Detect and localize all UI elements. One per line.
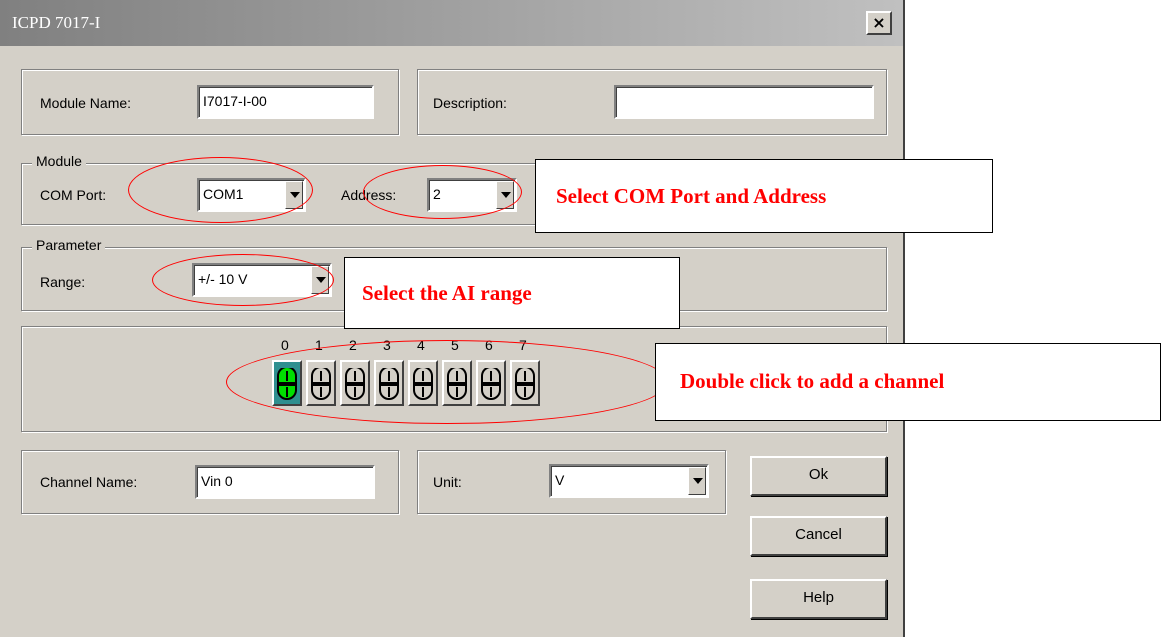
chevron-down-icon[interactable] (688, 467, 706, 495)
callout-com-address: Select COM Port and Address (535, 159, 993, 233)
close-button[interactable]: × (866, 11, 892, 35)
unit-select[interactable]: V (549, 464, 709, 498)
com-port-label: COM Port: (40, 187, 107, 203)
annotation-oval-channels (226, 340, 668, 424)
parameter-group-legend: Parameter (32, 237, 106, 253)
help-button[interactable]: Help (750, 579, 887, 619)
callout-add-channel: Double click to add a channel (655, 343, 1161, 421)
description-panel: Description: (417, 69, 887, 135)
channel-name-label: Channel Name: (40, 474, 138, 490)
close-icon: × (872, 13, 886, 32)
cancel-button[interactable]: Cancel (750, 516, 887, 556)
module-name-input[interactable]: I7017-I-00 (197, 85, 374, 119)
channel-number: 0 (281, 337, 289, 353)
module-name-label: Module Name: (40, 95, 132, 111)
unit-panel: Unit: V (417, 450, 726, 514)
annotation-oval-com-port (128, 157, 313, 223)
description-label: Description: (433, 95, 507, 111)
annotation-oval-range (152, 254, 334, 306)
title-bar[interactable]: ICPD 7017-I × (0, 0, 903, 46)
channel-name-panel: Channel Name: Vin 0 (21, 450, 399, 514)
unit-value: V (555, 472, 565, 488)
ok-button[interactable]: Ok (750, 456, 887, 496)
module-name-panel: Module Name: I7017-I-00 (21, 69, 399, 135)
unit-label: Unit: (433, 474, 462, 490)
channel-name-input[interactable]: Vin 0 (195, 465, 375, 499)
window-title: ICPD 7017-I (12, 13, 101, 32)
callout-ai-range: Select the AI range (344, 257, 680, 329)
annotation-oval-address (363, 165, 522, 219)
range-label: Range: (40, 274, 86, 290)
description-input[interactable] (614, 85, 874, 119)
module-group-legend: Module (32, 153, 86, 169)
